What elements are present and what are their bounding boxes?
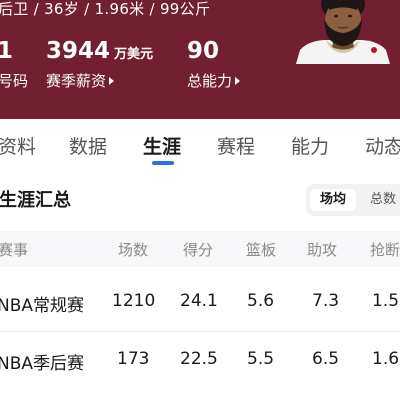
career-summary-title: 生涯汇总 [0, 190, 71, 211]
player-avatar [296, 0, 390, 64]
toggle-totals[interactable]: 总数 [370, 189, 396, 211]
tab-ability[interactable]: 能力 [291, 132, 329, 159]
rating-value[interactable]: 90 [187, 38, 219, 64]
tab-profile[interactable]: 资料 [0, 132, 36, 159]
cell-points: 22.5 [180, 349, 218, 369]
cell-assists: 6.5 [312, 349, 340, 369]
tab-news[interactable]: 动态 [365, 132, 400, 159]
toggle-per-game[interactable]: 场均 [310, 189, 356, 211]
cell-points: 24.1 [180, 291, 218, 311]
cell-games: 1210 [112, 291, 156, 311]
chevron-right-icon [109, 77, 115, 85]
table-row[interactable]: NBA季后赛 173 22.5 5.5 6.5 1.6 [0, 333, 400, 389]
column-header-games: 场数 [118, 241, 149, 259]
salary-label-link[interactable]: 赛季薪资 [46, 70, 115, 91]
column-header-competition: 赛事 [0, 241, 29, 259]
column-header-steals: 抢断 [370, 241, 400, 259]
rating-label-link[interactable]: 总能力 [187, 70, 241, 91]
active-tab-indicator [152, 161, 174, 165]
salary-value: 3944 [46, 38, 111, 64]
cell-rebounds: 5.6 [247, 291, 275, 311]
cell-steals: 1.6 [372, 349, 400, 369]
tab-schedule[interactable]: 赛程 [217, 132, 255, 159]
rating-label: 总能力 [187, 72, 233, 90]
stat-mode-toggle: 场均 总数 [306, 184, 400, 216]
profile-tabs: 资料 数据 生涯 赛程 能力 动态 [0, 119, 400, 169]
row-divider [0, 331, 400, 332]
table-row[interactable]: NBA常规赛 1210 24.1 5.6 7.3 1.5 [0, 275, 400, 331]
column-header-points: 得分 [183, 241, 214, 259]
cell-assists: 7.3 [312, 291, 340, 311]
table-header: 赛事 场数 得分 篮板 助攻 抢断 [0, 231, 400, 267]
cell-competition: NBA常规赛 [0, 296, 85, 316]
jersey-number-value: 1 [0, 38, 14, 64]
jersey-number-label: 号码 [0, 72, 29, 90]
salary-unit: 万美元 [114, 47, 154, 62]
column-header-rebounds: 篮板 [246, 241, 277, 259]
player-info: 后卫 / 36岁 / 1.96米 / 99公斤 [0, 0, 211, 18]
cell-competition: NBA季后赛 [0, 354, 85, 374]
career-panel: 资料 数据 生涯 赛程 能力 动态 生涯汇总 场均 总数 赛事 场数 得分 篮板… [0, 119, 400, 400]
salary-label: 赛季薪资 [46, 72, 107, 90]
tab-career[interactable]: 生涯 [143, 132, 181, 159]
cell-rebounds: 5.5 [247, 349, 275, 369]
cell-games: 173 [117, 349, 150, 369]
salary-stat[interactable]: 3944 万美元 [46, 38, 153, 64]
player-header: 后卫 / 36岁 / 1.96米 / 99公斤 1 号码 3944 万美元 赛季薪… [0, 0, 400, 119]
tab-stats[interactable]: 数据 [69, 132, 107, 159]
cell-steals: 1.5 [372, 291, 400, 311]
column-header-assists: 助攻 [307, 241, 338, 259]
chevron-right-icon [235, 77, 241, 85]
